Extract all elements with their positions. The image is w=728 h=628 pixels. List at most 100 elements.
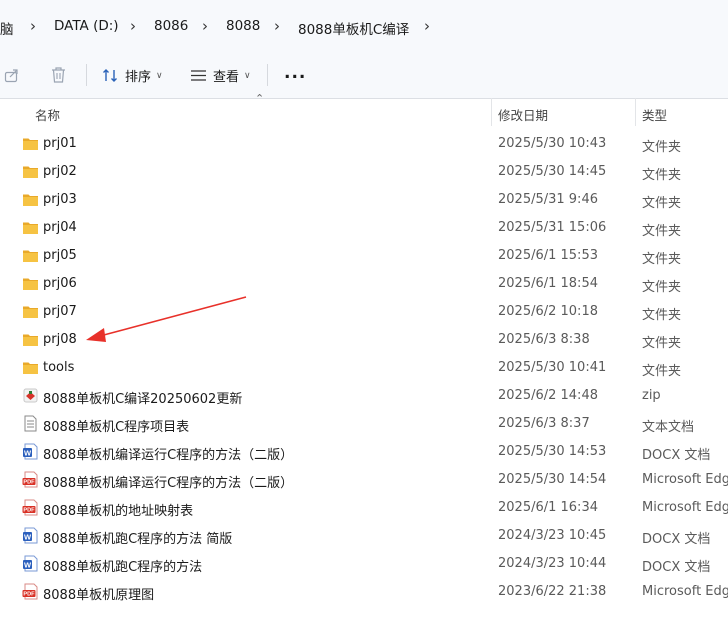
file-type: 文件夹 [642,364,682,379]
file-name: tools [43,360,75,375]
file-name: 8088单板机跑C程序的方法 [43,560,203,575]
file-row[interactable]: W 8088单板机编译运行C程序的方法（二版） 2025/5/30 14:53 DOC… [0,438,728,466]
file-row[interactable]: PDF 8088单板机编译运行C程序的方法（二版） 2025/5/30 14:54 M… [0,466,728,494]
column-header: ⌃ 名称 修改日期 类型 [0,92,728,126]
view-icon [191,70,206,81]
breadcrumb-item-8086[interactable]: 8086 [154,18,188,34]
file-name: prj07 [43,304,77,319]
chevron-right-icon[interactable]: › [202,17,208,35]
chevron-right-icon[interactable]: › [274,17,280,35]
file-name: 8088单板机编译运行C程序的方法（二版） [43,476,294,491]
file-type: 文件夹 [642,168,682,183]
file-type: 文件夹 [642,252,682,267]
word-document-icon: W [22,555,39,572]
svg-text:W: W [24,560,32,569]
breadcrumb-item-computer[interactable]: 脑 [0,18,14,38]
file-row[interactable]: PDF 8088单板机原理图 2023/6/22 21:38 Microsoft Ed… [0,578,728,606]
pdf-document-icon: PDF [22,471,39,488]
sort-icon [103,69,117,82]
file-name: 8088单板机原理图 [43,588,155,603]
breadcrumb-item-current-folder[interactable]: 8088单板机C编译 [298,18,409,38]
svg-text:W: W [24,532,32,541]
file-modified-date: 2025/6/1 15:53 [498,248,598,263]
file-modified-date: 2025/5/30 14:54 [498,472,607,487]
file-type: DOCX 文档 [642,532,711,547]
file-type: 文件夹 [642,280,682,295]
pdf-document-icon: PDF [22,583,39,600]
file-row[interactable]: 8088单板机C程序项目表 2025/6/3 8:37 文本文档 [0,410,728,438]
file-type: 文件夹 [642,224,682,239]
file-type: 文件夹 [642,308,682,323]
file-modified-date: 2025/5/30 14:45 [498,164,607,179]
chevron-right-icon[interactable]: › [30,17,36,35]
chevron-right-icon[interactable]: › [424,17,430,35]
sort-button[interactable]: 排序 ∨ [102,66,163,85]
file-type: 文件夹 [642,196,682,211]
view-button[interactable]: 查看 ∨ [190,66,251,85]
svg-text:PDF: PDF [23,508,35,514]
folder-icon [22,303,39,320]
file-row[interactable]: prj07 2025/6/2 10:18 文件夹 [0,298,728,326]
file-name: prj01 [43,136,77,151]
file-row[interactable]: tools 2025/5/30 10:41 文件夹 [0,354,728,382]
svg-text:PDF: PDF [23,592,35,598]
folder-icon [22,191,39,208]
folder-icon [22,219,39,236]
file-name: 8088单板机C编译20250602更新 [43,392,243,407]
folder-icon [22,163,39,180]
file-modified-date: 2025/5/30 10:41 [498,360,607,375]
file-row[interactable]: prj02 2025/5/30 14:45 文件夹 [0,158,728,186]
file-row[interactable]: W 8088单板机跑C程序的方法 2024/3/23 10:44 DOCX 文档 [0,550,728,578]
command-bar: 排序 ∨ 查看 ∨ ... [0,52,728,99]
file-row[interactable]: prj01 2025/5/30 10:43 文件夹 [0,130,728,158]
column-resize-handle[interactable] [635,98,636,126]
folder-icon [22,247,39,264]
file-name: prj08 [43,332,77,347]
chevron-right-icon[interactable]: › [130,17,136,35]
file-modified-date: 2025/5/31 15:06 [498,220,607,235]
file-modified-date: 2024/3/23 10:45 [498,528,607,543]
file-type: zip [642,388,661,403]
file-modified-date: 2025/5/30 10:43 [498,136,607,151]
file-type: DOCX 文档 [642,448,711,463]
file-row[interactable]: PDF 8088单板机的地址映射表 2025/6/1 16:34 Microsoft … [0,494,728,522]
svg-text:PDF: PDF [23,480,35,486]
file-modified-date: 2025/6/3 8:38 [498,332,590,347]
file-row[interactable]: prj05 2025/6/1 15:53 文件夹 [0,242,728,270]
share-button[interactable] [4,67,20,83]
file-modified-date: 2025/5/31 9:46 [498,192,598,207]
file-name: prj03 [43,192,77,207]
file-row[interactable]: W 8088单板机跑C程序的方法 简版 2024/3/23 10:45 DOCX 文档 [0,522,728,550]
file-type: 文件夹 [642,336,682,351]
word-document-icon: W [22,443,39,460]
file-row[interactable]: prj04 2025/5/31 15:06 文件夹 [0,214,728,242]
file-name: 8088单板机C程序项目表 [43,420,190,435]
breadcrumb-item-data-drive[interactable]: DATA (D:) [54,18,119,34]
file-row[interactable]: prj03 2025/5/31 9:46 文件夹 [0,186,728,214]
column-header-name[interactable]: 名称 [35,105,60,124]
chevron-down-icon: ∨ [156,70,163,81]
file-name: 8088单板机编译运行C程序的方法（二版） [43,448,294,463]
text-document-icon [22,415,39,432]
folder-icon [22,359,39,376]
pdf-document-icon: PDF [22,499,39,516]
address-bar[interactable]: 脑 › DATA (D:) › 8086 › 8088 › 8088单板机C编译… [0,0,728,52]
delete-button[interactable] [50,66,67,84]
toolbar-divider [267,64,268,86]
breadcrumb-item-8088[interactable]: 8088 [226,18,260,34]
word-document-icon: W [22,527,39,544]
column-resize-handle[interactable] [491,98,492,126]
column-header-type[interactable]: 类型 [642,105,667,124]
file-row[interactable]: 8088单板机C编译20250602更新 2025/6/2 14:48 zip [0,382,728,410]
sort-ascending-icon: ⌃ [255,92,265,105]
file-row[interactable]: prj06 2025/6/1 18:54 文件夹 [0,270,728,298]
more-options-button[interactable]: ... [284,63,306,83]
file-row[interactable]: prj08 2025/6/3 8:38 文件夹 [0,326,728,354]
file-name: prj04 [43,220,77,235]
file-modified-date: 2023/6/22 21:38 [498,584,607,599]
file-modified-date: 2024/3/23 10:44 [498,556,607,571]
share-icon [4,69,18,83]
folder-icon [22,135,39,152]
column-header-date[interactable]: 修改日期 [498,105,548,124]
chevron-down-icon: ∨ [244,70,251,81]
